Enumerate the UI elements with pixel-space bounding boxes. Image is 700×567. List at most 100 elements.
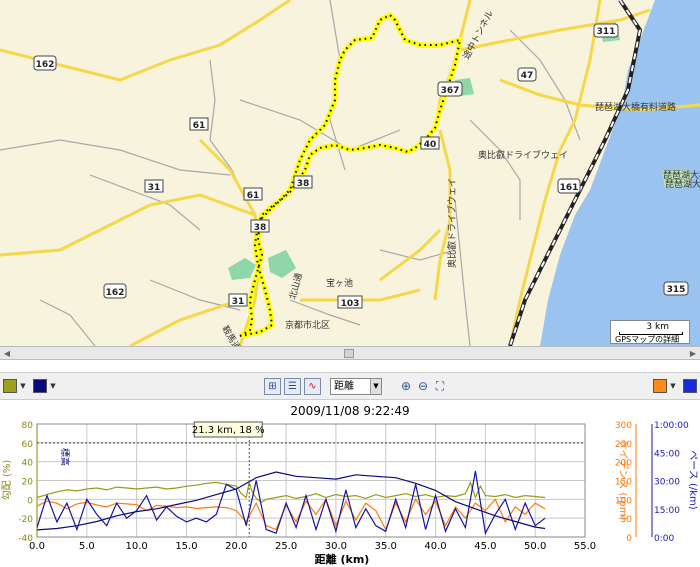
shield-31b: 31 — [228, 293, 248, 307]
chart-title: 2009/11/08 9:22:49 — [290, 404, 409, 418]
x-tick-label: 40.0 — [424, 541, 446, 552]
left-color1-dropdown-icon[interactable]: ▼ — [18, 378, 28, 394]
shield-47: 47 — [517, 67, 537, 82]
left-axis-tick-label: 40 — [22, 459, 34, 469]
left-axis-title: 勾配 (%) — [0, 460, 13, 501]
shield-161: 161 — [557, 178, 581, 194]
app-window: 162 162 61 61 31 31 38 38 40 367 47 311 … — [0, 0, 700, 567]
zoom-fit-icon[interactable]: ⛶ — [432, 378, 448, 395]
svg-text:61: 61 — [247, 191, 260, 201]
right-color1-swatch[interactable] — [653, 379, 667, 393]
map-scale: 3 km GPSマップの詳細 — [610, 320, 690, 344]
right-axis1-title: ケイデンス (rpm) — [617, 440, 630, 521]
right-axis1-tick-label: 0 — [626, 534, 632, 544]
svg-text:311: 311 — [597, 27, 616, 37]
label-kita-ward: 京都市北区 — [285, 319, 330, 331]
shield-162b: 162 — [103, 283, 127, 299]
label-takaragaike: 宝ヶ池 — [326, 277, 353, 289]
scroll-thumb[interactable] — [344, 349, 354, 358]
left-axis-tick-label: 80 — [22, 421, 34, 431]
left-color1-swatch[interactable] — [3, 379, 17, 393]
svg-text:61: 61 — [193, 121, 206, 131]
shield-315: 315 — [663, 281, 689, 296]
label-highway: 琵琶湖大橋有料道路 — [595, 101, 676, 113]
right-axis2-tick-label: 30:00 — [654, 478, 680, 488]
right-axis2-title: ペース (/km) — [687, 450, 698, 509]
right-color1-dropdown-icon[interactable]: ▼ — [668, 378, 678, 394]
shield-38a: 38 — [293, 175, 313, 189]
overlay-view-icon[interactable]: ∿ — [304, 378, 321, 395]
shield-38b: 38 — [250, 219, 270, 233]
x-tick-label: 35.0 — [375, 541, 397, 552]
svg-text:103: 103 — [341, 299, 360, 309]
x-tick-label: 30.0 — [325, 541, 347, 552]
zoom-out-icon[interactable]: ⊖ — [415, 378, 431, 395]
left-axis2-title: 標高 — [59, 448, 71, 466]
grid-view-icon[interactable]: ⊞ — [264, 378, 281, 395]
shield-61a: 61 — [189, 117, 209, 131]
right-axis2-tick-label: 45:00 — [654, 449, 680, 459]
left-axis-tick-label: 20 — [22, 478, 34, 488]
scroll-left-icon[interactable]: ◀ — [1, 348, 13, 359]
label-lake-2: 琵琶湖大橋 — [665, 178, 700, 190]
park-2 — [268, 250, 296, 278]
x-tick-label: 10.0 — [126, 541, 148, 552]
svg-text:161: 161 — [560, 183, 579, 193]
x-tick-label: 15.0 — [175, 541, 197, 552]
x-axis-mode-select[interactable]: 距離 ▼ — [330, 378, 382, 395]
cursor-tooltip-label: 21.3 km, 18 % — [192, 425, 265, 436]
svg-text:162: 162 — [36, 60, 55, 70]
svg-text:162: 162 — [106, 288, 125, 298]
x-tick-label: 55.0 — [574, 541, 596, 552]
left-axis-tick-label: 60 — [22, 440, 34, 450]
x-tick-label: 25.0 — [275, 541, 297, 552]
label-drive-south: 奥比叡ドライブウェイ — [446, 178, 458, 268]
map-canvas[interactable]: 162 162 61 61 31 31 38 38 40 367 47 311 … — [0, 0, 700, 346]
zoom-in-icon[interactable]: ⊕ — [398, 378, 414, 395]
svg-text:38: 38 — [254, 223, 267, 233]
svg-text:40: 40 — [424, 140, 437, 150]
scale-distance: 3 km — [646, 322, 669, 332]
chevron-down-icon[interactable]: ▼ — [370, 379, 381, 394]
shield-367: 367 — [437, 81, 463, 97]
left-axis-tick-label: -20 — [18, 515, 33, 525]
shield-40: 40 — [420, 136, 440, 150]
shield-311: 311 — [593, 23, 619, 38]
map-hscrollbar[interactable]: ◀ ▶ — [0, 346, 700, 360]
right-axis2-tick-label: 1:00:00 — [654, 421, 689, 431]
shield-31a: 31 — [144, 179, 164, 193]
label-kitayama: 北山通 — [287, 272, 305, 301]
svg-text:38: 38 — [297, 179, 310, 189]
right-color2-swatch[interactable] — [683, 379, 697, 393]
split-view-icon[interactable]: ☰ — [284, 378, 301, 395]
left-axis-tick-label: 0 — [27, 496, 33, 506]
chart-toolbar: ▼ ▼ ⊞ ☰ ∿ 距離 ▼ ⊕ ⊖ ⛶ ▼ — [0, 372, 700, 400]
x-axis-mode-value: 距離 — [334, 381, 354, 392]
shield-162a: 162 — [33, 55, 57, 71]
right-axis1-tick-label: 300 — [615, 421, 632, 431]
scroll-right-icon[interactable]: ▶ — [687, 348, 699, 359]
shield-103: 103 — [337, 295, 363, 309]
x-axis-title: 距離 (km) — [315, 552, 370, 566]
svg-text:367: 367 — [441, 86, 460, 96]
x-tick-label: 20.0 — [225, 541, 247, 552]
x-tick-label: 45.0 — [474, 541, 496, 552]
shield-61b: 61 — [243, 187, 263, 201]
svg-text:315: 315 — [667, 285, 686, 295]
right-axis2-tick-label: 15:00 — [654, 506, 680, 516]
svg-text:31: 31 — [232, 297, 245, 307]
park-1 — [228, 258, 256, 280]
svg-text:47: 47 — [521, 71, 534, 81]
x-tick-label: 5.0 — [79, 541, 95, 552]
left-color2-swatch[interactable] — [33, 379, 47, 393]
scale-caption: GPSマップの詳細 — [615, 335, 680, 344]
map-view[interactable]: 162 162 61 61 31 31 38 38 40 367 47 311 … — [0, 0, 700, 346]
x-tick-label: 50.0 — [524, 541, 546, 552]
label-drive-east: 奥比叡ドライブウェイ — [478, 149, 568, 161]
left-axis-tick-label: -40 — [18, 534, 33, 544]
profile-chart-svg[interactable]: 2009/11/08 9:22:490.0 5.0 10.0 15.0 20.0 25.0… — [0, 400, 700, 567]
left-color2-dropdown-icon[interactable]: ▼ — [48, 378, 58, 394]
svg-text:31: 31 — [148, 183, 161, 193]
right-axis2-tick-label: 0:00 — [654, 534, 674, 544]
profile-chart[interactable]: 2009/11/08 9:22:49 0.0 5.0 10.0 15.0 20.0 25.0… — [0, 400, 700, 567]
